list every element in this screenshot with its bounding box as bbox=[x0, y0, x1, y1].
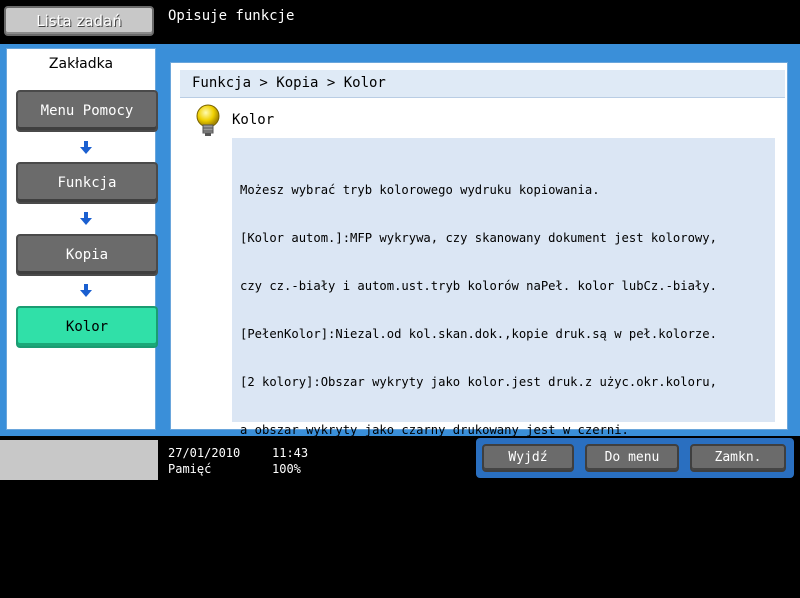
description-line: Możesz wybrać tryb kolorowego wydruku ko… bbox=[240, 183, 600, 197]
sidebar-item-menu-pomocy[interactable]: Menu Pomocy bbox=[16, 90, 158, 132]
arrow-down-icon bbox=[80, 284, 92, 297]
page-title: Opisuje funkcje bbox=[168, 8, 295, 24]
close-button-label: Zamkn. bbox=[714, 450, 762, 465]
description-line: [Kolor autom.]:MFP wykrywa, czy skanowan… bbox=[240, 231, 717, 245]
job-list-button-label: Lista zadań bbox=[36, 12, 122, 30]
exit-button[interactable]: Wyjdź bbox=[482, 444, 574, 472]
description-line: [Pojedynczy kolor]:Niezal.od koloru skan… bbox=[240, 519, 703, 533]
to-menu-button[interactable]: Do menu bbox=[585, 444, 679, 472]
sidebar-item-label: Menu Pomocy bbox=[40, 103, 134, 119]
to-menu-button-label: Do menu bbox=[604, 450, 660, 465]
exit-button-label: Wyjdź bbox=[508, 450, 548, 465]
lightbulb-icon bbox=[196, 104, 220, 136]
date-display: 27/01/2010 bbox=[168, 446, 241, 460]
description-text: Możesz wybrać tryb kolorowego wydruku ko… bbox=[240, 150, 770, 598]
sidebar-tab-label: Zakładka bbox=[48, 56, 114, 72]
section-title: Kolor bbox=[232, 112, 275, 128]
sidebar-item-funkcja[interactable]: Funkcja bbox=[16, 162, 158, 204]
arrow-down-icon bbox=[80, 212, 92, 225]
sidebar-item-label: Kolor bbox=[65, 319, 109, 335]
status-strip bbox=[0, 440, 158, 480]
description-line: [PełenKolor]:Niezal.od kol.skan.dok.,kop… bbox=[240, 327, 717, 341]
breadcrumb: Funkcja > Kopia > Kolor bbox=[192, 75, 386, 91]
sidebar-item-label: Funkcja bbox=[57, 175, 117, 191]
description-line: są z użyciem pojedynczego, określonego k… bbox=[240, 567, 578, 581]
sidebar-item-label: Kopia bbox=[65, 247, 109, 263]
arrow-down-icon bbox=[80, 141, 92, 154]
close-button[interactable]: Zamkn. bbox=[690, 444, 786, 472]
description-line: czy cz.-biały i autom.ust.tryb kolorów n… bbox=[240, 279, 717, 293]
time-display: 11:43 bbox=[272, 446, 309, 460]
job-list-button[interactable]: Lista zadań bbox=[4, 6, 154, 36]
memory-value: 100% bbox=[272, 462, 301, 476]
sidebar-item-kopia[interactable]: Kopia bbox=[16, 234, 158, 276]
memory-label: Pamięć bbox=[168, 462, 212, 476]
description-line: [2 kolory]:Obszar wykryty jako kolor.jes… bbox=[240, 375, 717, 389]
sidebar-item-kolor[interactable]: Kolor bbox=[16, 306, 158, 348]
